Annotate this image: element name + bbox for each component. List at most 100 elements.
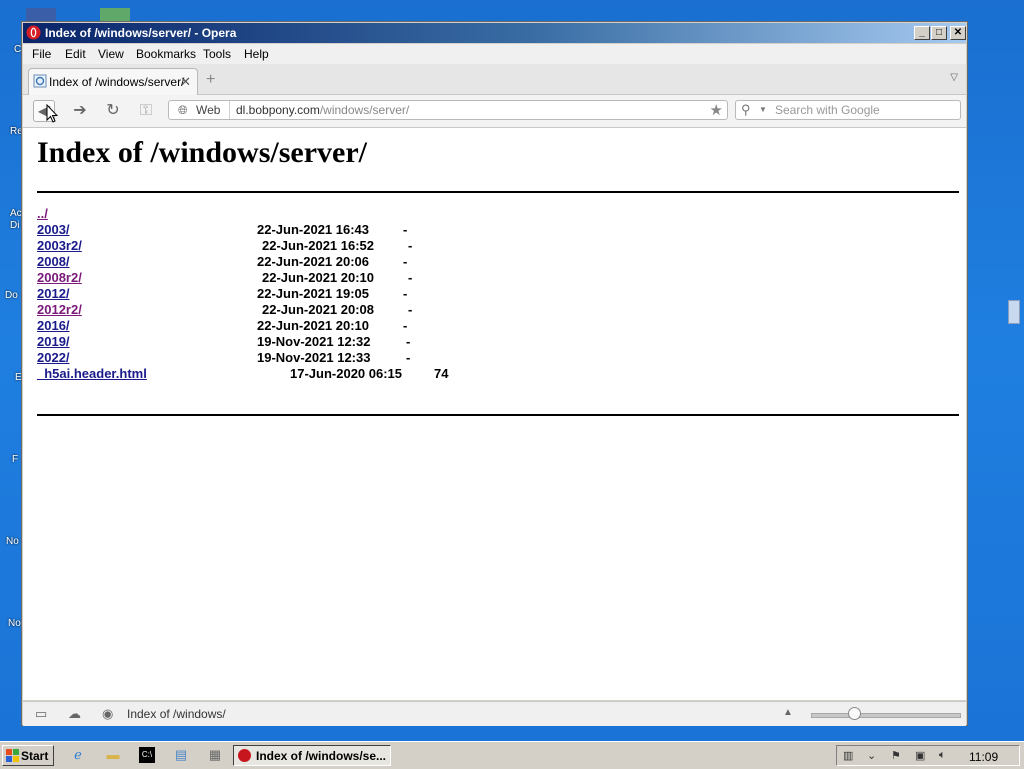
maximize-button[interactable]: □ xyxy=(931,26,947,40)
reload-icon: ↻ xyxy=(106,102,120,119)
menu-view[interactable]: View xyxy=(98,47,124,61)
listing-size: - xyxy=(408,238,413,253)
search-box[interactable]: ⚲ ▼ Search with Google xyxy=(735,100,961,120)
title-bar[interactable]: Index of /windows/server/ - Opera _ □ ✕ xyxy=(23,23,966,43)
zoom-up-icon[interactable]: ▲ xyxy=(783,707,793,718)
close-button[interactable]: ✕ xyxy=(950,26,966,40)
new-tab-icon[interactable]: + xyxy=(206,71,215,89)
forward-button[interactable]: ➔ xyxy=(69,100,91,122)
listing-size: - xyxy=(406,350,411,365)
search-placeholder: Search with Google xyxy=(775,103,880,117)
listing-date: 19-Nov-2021 12:32 xyxy=(257,334,371,349)
listing-link[interactable]: 2012/ xyxy=(37,286,70,301)
system-tray: ▥ ⌄ ⚑ ▣ 🔈︎ 11:09 xyxy=(836,745,1020,766)
taskbar-task-opera[interactable]: Index of /windows/se... xyxy=(233,745,391,766)
globe-icon: 🌐︎ xyxy=(178,103,188,117)
forward-arrow-icon: ➔ xyxy=(73,102,87,119)
reload-button[interactable]: ↻ xyxy=(102,100,124,122)
menu-help[interactable]: Help xyxy=(244,47,269,61)
status-bar: ▭ ☁ ◉ Index of /windows/ ▲ xyxy=(23,701,966,726)
minimize-button[interactable]: _ xyxy=(914,26,930,40)
url-host: dl.bobpony.com xyxy=(236,103,320,117)
zoom-slider-handle[interactable] xyxy=(848,707,861,720)
taskbar: Start ℯ ▬ C:\ ▤ ▦ Index of /windows/se..… xyxy=(0,741,1024,769)
tab-close-icon[interactable]: ✕ xyxy=(180,74,191,90)
tray-expand-icon[interactable]: ⌄ xyxy=(867,749,876,762)
calculator-icon[interactable]: ▦ xyxy=(207,747,223,763)
network-icon[interactable]: ▣ xyxy=(915,749,925,762)
start-button[interactable]: Start xyxy=(2,745,54,766)
nav-toolbar: ◀ ➔ ↻ ⚿ 🌐︎ Web dl.bobpony.com/windows/se… xyxy=(23,95,966,128)
listing-size: - xyxy=(406,334,411,349)
desktop-label: Ac xyxy=(10,208,22,219)
ie-icon[interactable]: ℯ xyxy=(70,747,86,763)
address-bar[interactable]: 🌐︎ Web dl.bobpony.com/windows/server/ ★ xyxy=(168,100,728,120)
opera-icon xyxy=(238,749,251,762)
url-path: /windows/server/ xyxy=(319,103,410,117)
desktop-label: Do xyxy=(5,290,18,301)
listing-link[interactable]: 2012r2/ xyxy=(37,302,82,317)
volume-icon[interactable]: 🔈︎ xyxy=(939,749,946,762)
bookmark-star-icon[interactable]: ★ xyxy=(710,101,723,119)
opera-icon xyxy=(26,25,41,40)
security-button[interactable]: ⚿ xyxy=(135,100,157,122)
menu-bookmarks[interactable]: Bookmarks xyxy=(136,47,196,61)
divider xyxy=(37,414,959,416)
listing-size: - xyxy=(403,254,408,269)
listing-link[interactable]: 2019/ xyxy=(37,334,70,349)
listing-link[interactable]: 2003/ xyxy=(37,222,70,237)
clock[interactable]: 11:09 xyxy=(969,750,998,764)
desktop-edge-widget xyxy=(1008,300,1020,324)
listing-link[interactable]: _h5ai.header.html xyxy=(37,366,147,381)
url-text[interactable]: dl.bobpony.com/windows/server/ xyxy=(236,103,409,117)
listing-link[interactable]: ../ xyxy=(37,206,48,221)
desktop-label: F xyxy=(12,454,19,465)
listing-size: - xyxy=(403,286,408,301)
zoom-slider[interactable] xyxy=(811,713,961,718)
listing-size: - xyxy=(403,222,408,237)
desktop-icon[interactable] xyxy=(26,8,56,22)
page-icon xyxy=(33,74,47,88)
search-engine-dropdown-icon[interactable]: ▼ xyxy=(759,105,767,114)
browser-window: Index of /windows/server/ - Opera _ □ ✕ … xyxy=(21,21,968,726)
listing-link[interactable]: 2008r2/ xyxy=(37,270,82,285)
desktop-label: Di xyxy=(10,220,20,231)
listing-date: 22-Jun-2021 19:05 xyxy=(257,286,370,301)
desktop-icon[interactable] xyxy=(100,8,130,22)
cloud-icon[interactable]: ☁ xyxy=(68,706,81,722)
listing-size: - xyxy=(408,302,413,317)
listing-date: 22-Jun-2021 20:06 xyxy=(257,254,370,269)
menu-file[interactable]: File xyxy=(32,47,51,61)
action-center-icon[interactable]: ⚑ xyxy=(891,749,901,762)
folder-icon[interactable]: ▬ xyxy=(105,747,121,763)
notepad-icon[interactable]: ▤ xyxy=(173,747,189,763)
desktop-label: No xyxy=(8,618,21,629)
tab-active[interactable]: Index of /windows/server/ ✕ xyxy=(28,68,198,95)
divider xyxy=(37,191,959,193)
listing-date: 22-Jun-2021 16:43 xyxy=(257,222,370,237)
page-content: Index of /windows/server/ ../ 2003/ 22-J… xyxy=(23,128,966,700)
menu-tools[interactable]: Tools xyxy=(203,47,231,61)
tab-menu-icon[interactable]: ▽ xyxy=(950,72,958,83)
menu-bar: File Edit View Bookmarks Tools Help xyxy=(23,44,966,64)
listing-link[interactable]: 2008/ xyxy=(37,254,70,269)
listing-date: 22-Jun-2021 20:08 xyxy=(262,302,375,317)
search-icon: ⚲ xyxy=(741,102,751,117)
tab-bar: Index of /windows/server/ ✕ + ▽ xyxy=(23,64,966,95)
windows-flag-icon xyxy=(6,749,19,762)
start-label: Start xyxy=(21,749,49,763)
listing-date: 22-Jun-2021 16:52 xyxy=(262,238,375,253)
task-label: Index of /windows/se... xyxy=(256,749,387,763)
listing-link[interactable]: 2022/ xyxy=(37,350,70,365)
speed-dial-icon[interactable]: ◉ xyxy=(102,706,113,722)
cmd-icon[interactable]: C:\ xyxy=(139,747,155,763)
language-flag-icon[interactable]: ▥ xyxy=(843,749,853,762)
panel-toggle-icon[interactable]: ▭ xyxy=(35,706,47,722)
web-badge[interactable]: 🌐︎ Web xyxy=(169,101,230,119)
listing-link[interactable]: 2003r2/ xyxy=(37,238,82,253)
menu-edit[interactable]: Edit xyxy=(65,47,86,61)
listing-size: 74 xyxy=(434,366,449,381)
listing-size: - xyxy=(408,270,413,285)
mouse-cursor-icon xyxy=(46,104,58,123)
listing-link[interactable]: 2016/ xyxy=(37,318,70,333)
